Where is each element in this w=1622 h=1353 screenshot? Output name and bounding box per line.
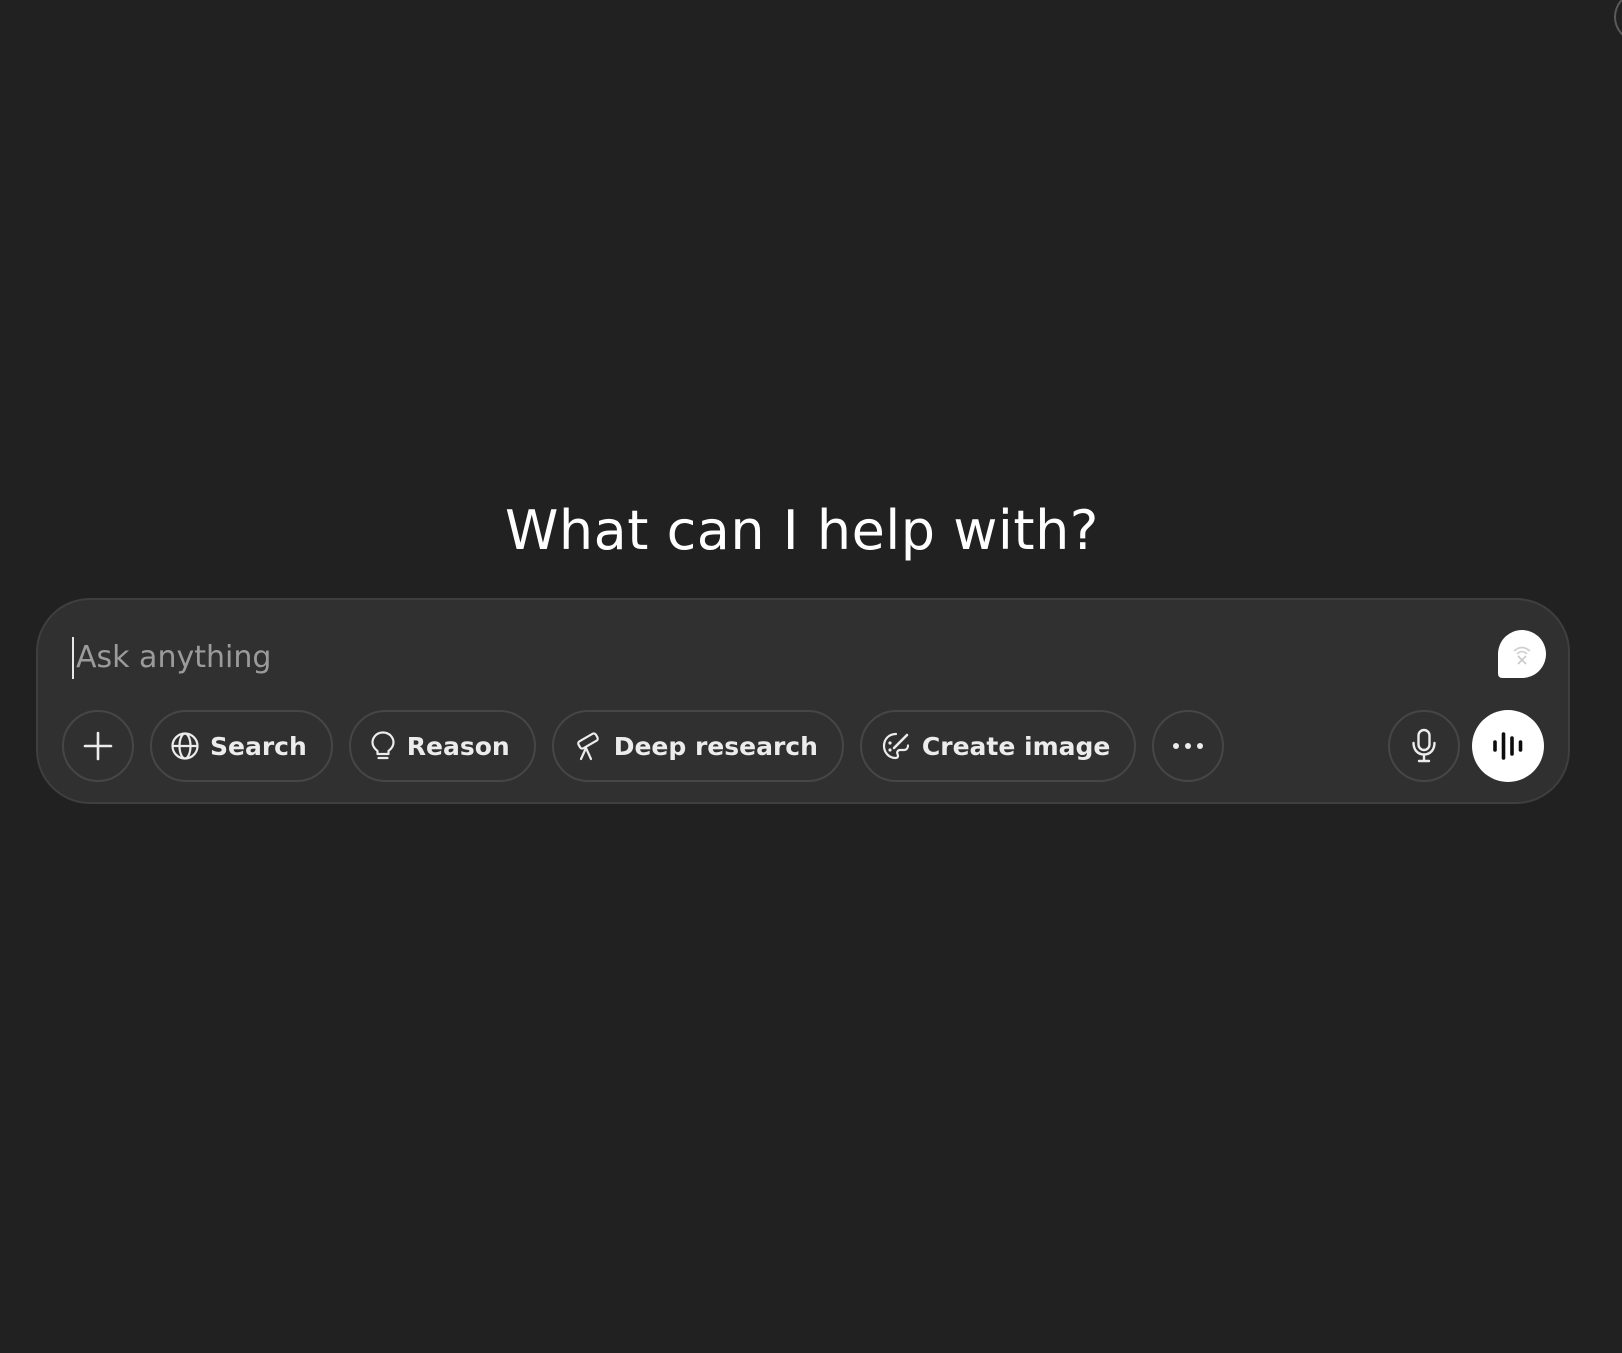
page-title: What can I help with? <box>505 499 1099 563</box>
paint-brush-icon <box>880 730 912 762</box>
more-tools-button[interactable] <box>1152 710 1225 782</box>
reason-tool-label: Reason <box>406 731 510 761</box>
search-tool-label: Search <box>210 731 307 761</box>
prompt-placeholder: Ask anything <box>76 640 272 675</box>
prompt-composer: Ask anything Search Reason Deep research… <box>36 598 1570 804</box>
prompt-input[interactable]: Ask anything <box>72 634 1452 682</box>
chat-page: What can I help with? Ask anything Searc… <box>0 0 1622 1353</box>
attach-button[interactable] <box>62 710 134 782</box>
sound-wave-icon <box>1491 731 1525 761</box>
voice-mode-button[interactable] <box>1472 710 1544 782</box>
dictate-button[interactable] <box>1388 710 1460 782</box>
deep-research-tool-label: Deep research <box>613 731 818 761</box>
reason-tool-button[interactable]: Reason <box>348 710 536 782</box>
lightbulb-icon <box>369 730 397 762</box>
plus-icon <box>82 730 114 762</box>
extension-bubble-icon[interactable] <box>1498 630 1546 678</box>
text-caret <box>72 637 74 679</box>
search-tool-button[interactable]: Search <box>150 710 333 782</box>
deep-research-tool-button[interactable]: Deep research <box>551 710 844 782</box>
globe-icon <box>170 731 200 761</box>
composer-actions <box>1388 710 1544 782</box>
ellipsis-icon <box>1171 741 1205 751</box>
composer-toolbar: Search Reason Deep research Create image <box>62 710 1225 782</box>
create-image-tool-button[interactable]: Create image <box>859 710 1137 782</box>
microphone-icon <box>1410 728 1438 764</box>
create-image-tool-label: Create image <box>921 731 1111 761</box>
telescope-icon <box>572 730 604 762</box>
profile-avatar[interactable] <box>1614 0 1622 40</box>
